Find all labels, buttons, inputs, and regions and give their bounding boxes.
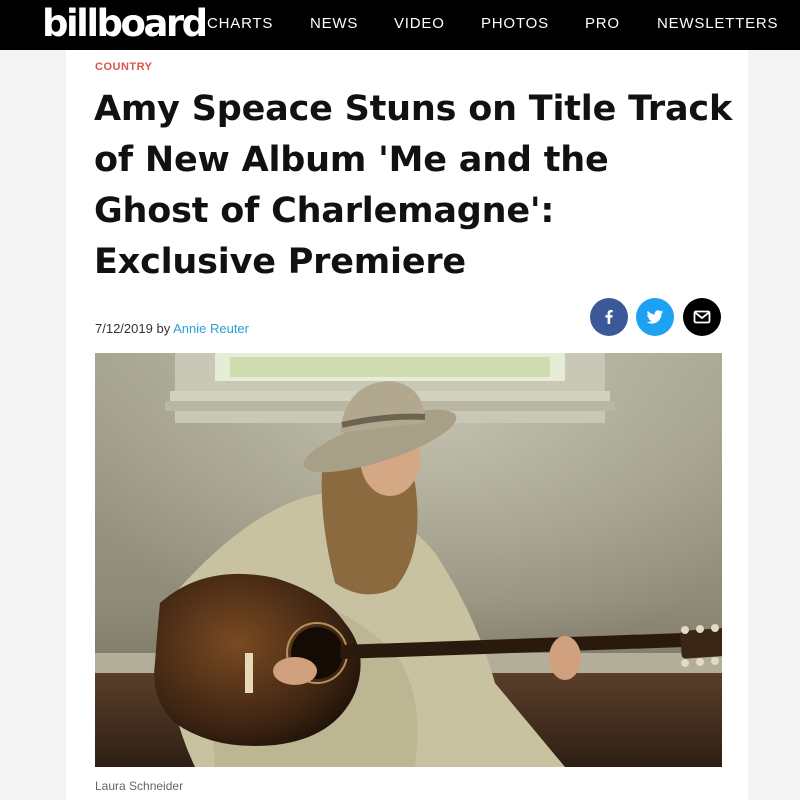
publish-date: 7/12/2019: [95, 321, 153, 336]
email-share-button[interactable]: [683, 298, 721, 336]
nav-photos[interactable]: PHOTOS: [481, 15, 549, 33]
author-link[interactable]: Annie Reuter: [173, 321, 249, 336]
facebook-share-button[interactable]: [590, 298, 628, 336]
twitter-share-button[interactable]: [636, 298, 674, 336]
facebook-icon: [605, 310, 613, 324]
byline-by: by: [156, 321, 171, 336]
nav-news[interactable]: NEWS: [310, 15, 358, 33]
photo-credit: Laura Schneider: [95, 779, 184, 793]
right-gutter: [748, 50, 800, 800]
top-navigation: billboard CHARTS NEWS VIDEO PHOTOS PRO N…: [0, 0, 800, 50]
article-hero-photo: [95, 353, 722, 767]
left-gutter: [0, 50, 66, 800]
twitter-icon: [646, 310, 664, 324]
nav-pro[interactable]: PRO: [585, 15, 620, 33]
woman-with-guitar-photo: [95, 353, 722, 767]
nav-video[interactable]: VIDEO: [394, 15, 445, 33]
article-category[interactable]: COUNTRY: [95, 61, 152, 73]
article-headline: Amy Speace Stuns on Title Track of New A…: [94, 89, 733, 282]
nav-charts[interactable]: CHARTS: [207, 15, 273, 33]
email-icon: [693, 310, 711, 324]
byline: 7/12/2019 by Annie Reuter: [95, 321, 249, 336]
nav-newsletters[interactable]: NEWSLETTERS: [657, 15, 778, 33]
billboard-logo[interactable]: billboard: [42, 2, 208, 46]
